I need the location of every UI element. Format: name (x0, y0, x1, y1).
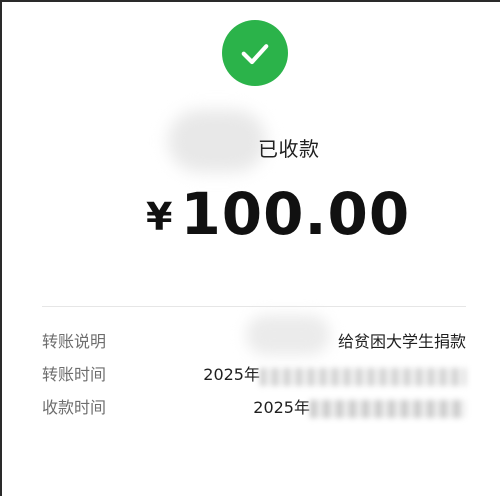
detail-value: 2025年 (203, 365, 260, 384)
success-check-icon (222, 20, 288, 86)
receive-status-text: 已收款 (258, 137, 320, 161)
detail-label: 转账说明 (42, 332, 107, 351)
detail-value: 2025年 (253, 398, 310, 417)
section-divider (42, 306, 466, 307)
detail-label: 收款时间 (42, 398, 107, 417)
detail-value: 给贫困大学生捐款 (337, 332, 466, 351)
amount-value: 100.00 (180, 180, 411, 248)
privacy-blur-mask (310, 400, 466, 418)
detail-label: 转账时间 (42, 365, 107, 384)
checkmark-icon (241, 44, 269, 65)
privacy-blur-mask (168, 110, 266, 172)
privacy-blur-mask (246, 315, 330, 355)
privacy-blur-mask (260, 368, 466, 386)
amount-display: ¥ 100.00 (146, 180, 410, 250)
currency-symbol: ¥ (146, 195, 173, 239)
payment-receipt-screen: 已收款 ¥ 100.00 转账说明 给贫困大学生捐款 转账时间 2025年 收款… (0, 0, 500, 496)
